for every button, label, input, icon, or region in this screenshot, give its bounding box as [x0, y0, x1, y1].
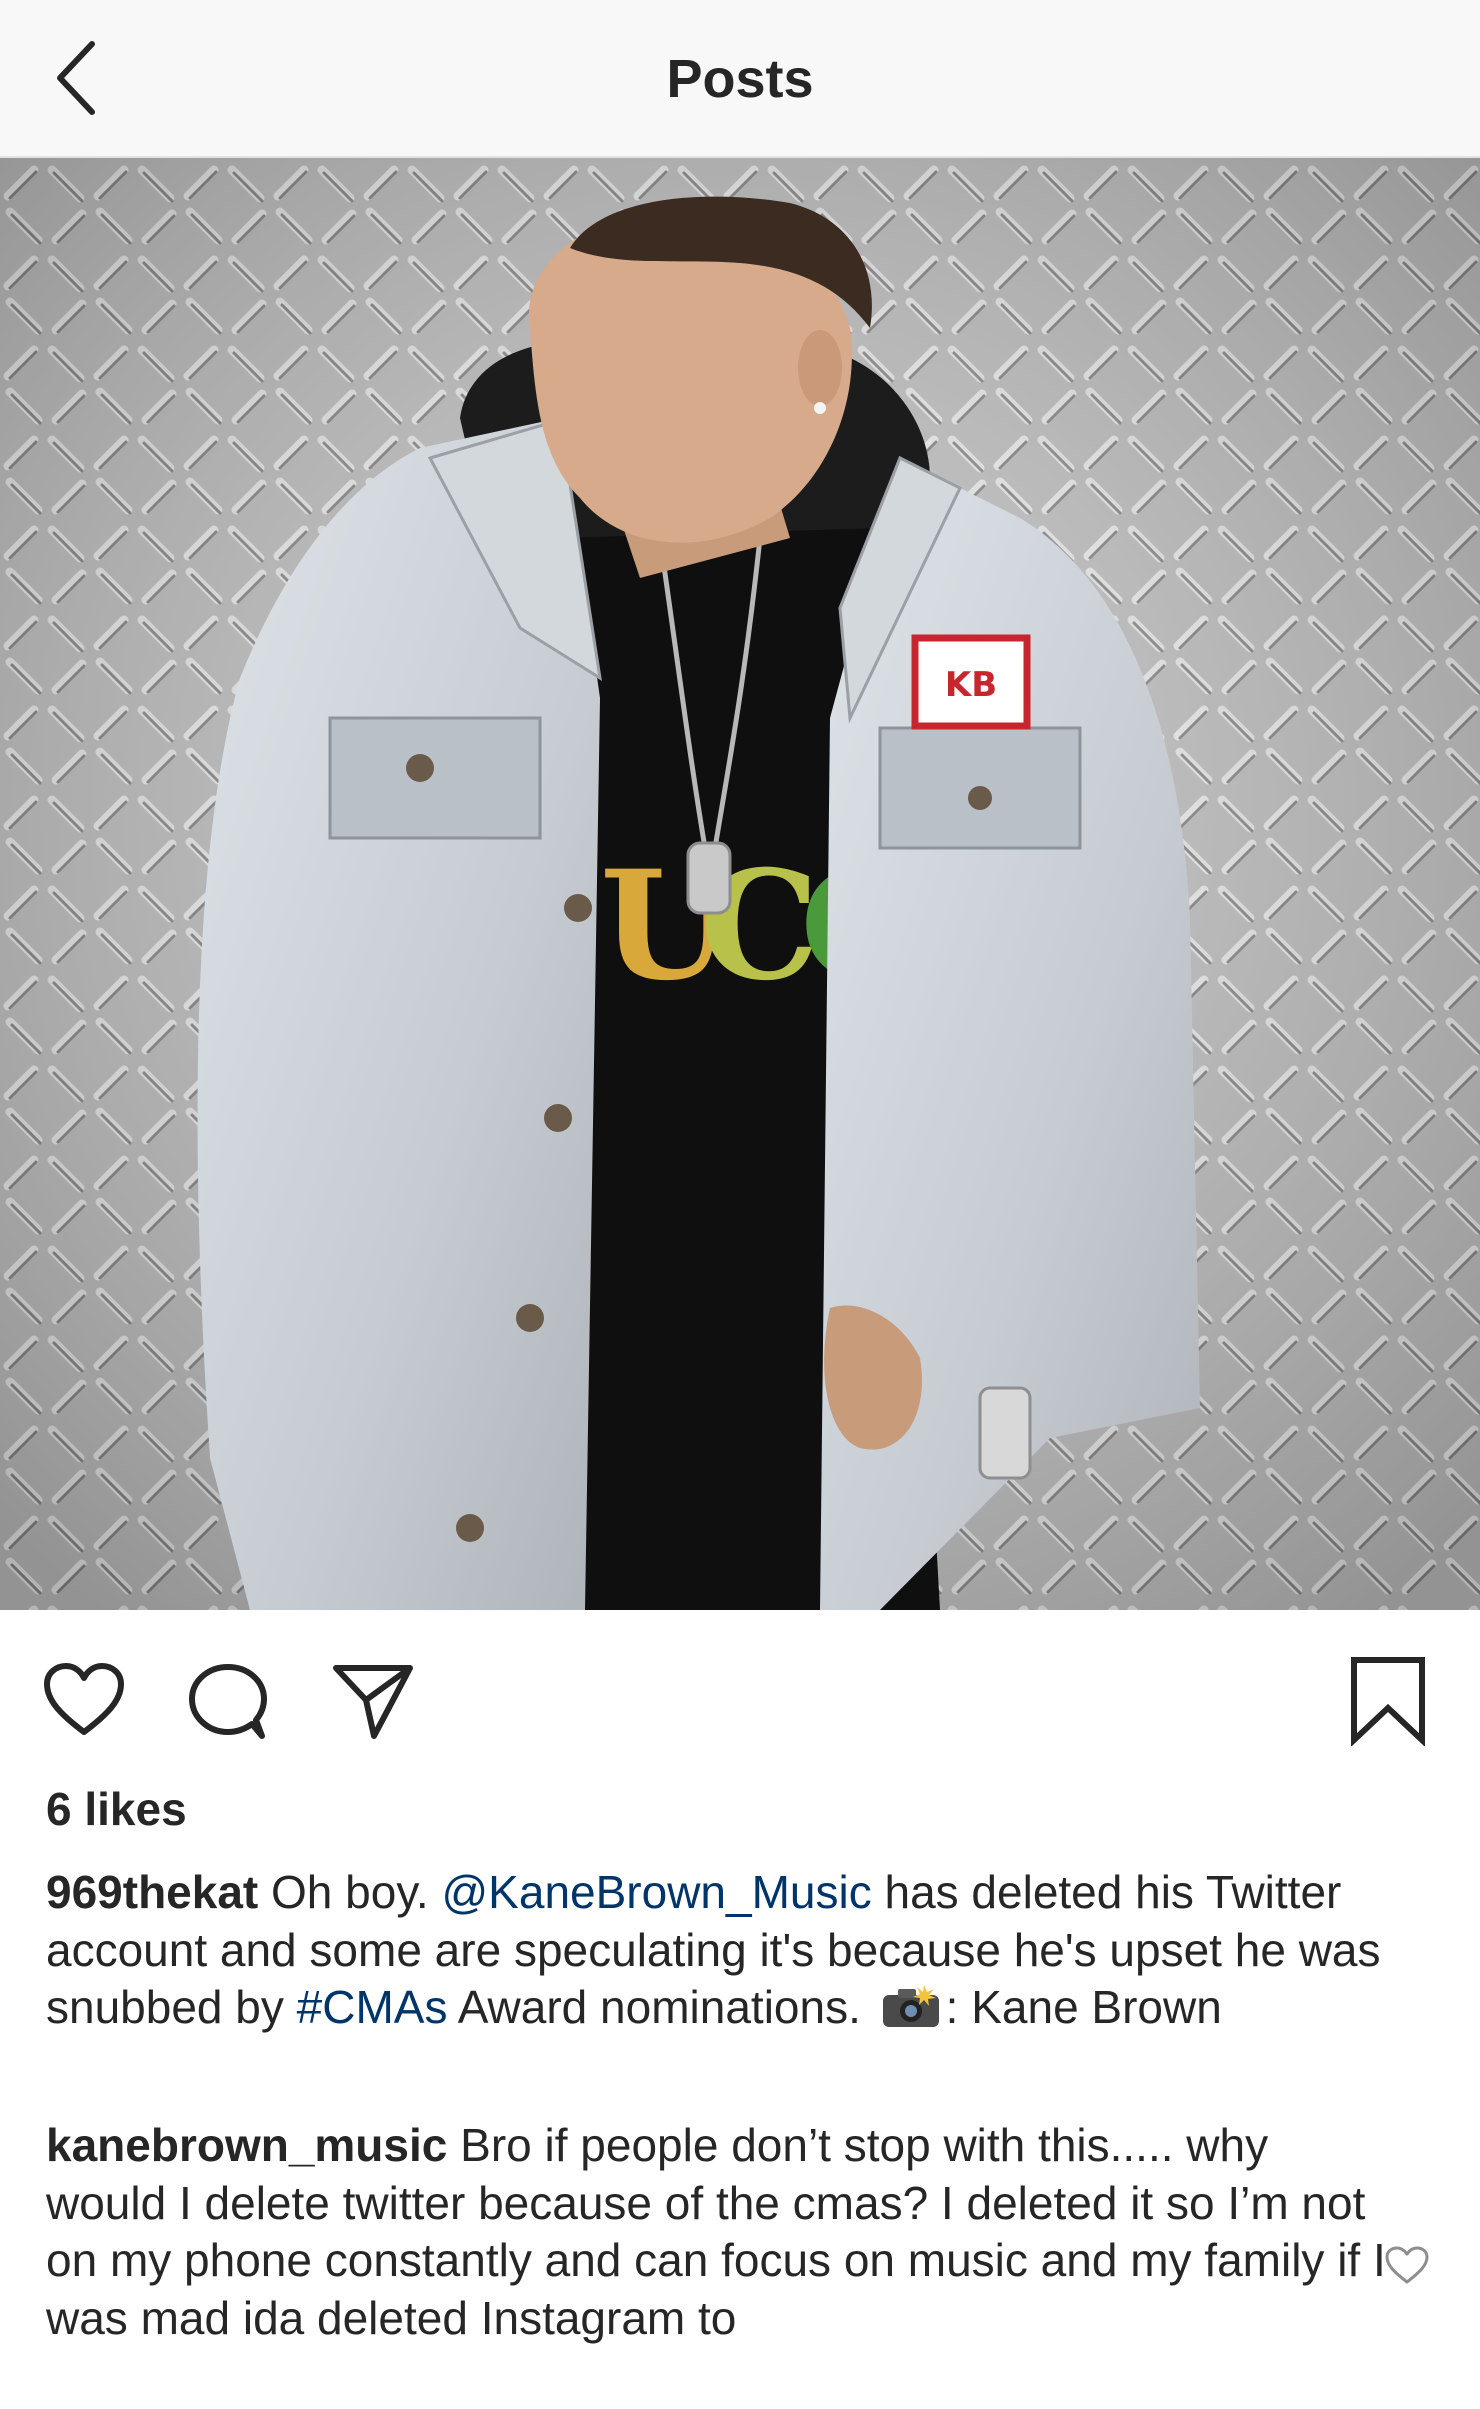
comment-username[interactable]: kanebrown_music: [46, 2119, 447, 2171]
post-photo-illustration: U C C KB: [0, 158, 1480, 1610]
comment-button[interactable]: [186, 1662, 272, 1742]
likes-count[interactable]: 6 likes: [46, 1782, 187, 1836]
comment-item: kanebrown_music Bro if people don’t stop…: [46, 2117, 1386, 2347]
caption-mention-link[interactable]: @KaneBrown_Music: [441, 1866, 871, 1918]
kb-patch-text: KB: [945, 665, 997, 705]
nav-header: Posts: [0, 0, 1480, 158]
comment-bubble-icon: [189, 1664, 267, 1739]
share-button[interactable]: [330, 1660, 416, 1742]
page-title: Posts: [666, 49, 814, 109]
caption-text-part-3: Award nominations.: [447, 1981, 874, 2033]
back-button[interactable]: [52, 38, 102, 118]
like-button[interactable]: [42, 1662, 126, 1738]
paper-plane-icon: [333, 1665, 413, 1739]
post-action-bar: [0, 1610, 1480, 1780]
bookmark-outline-icon: [1351, 1657, 1425, 1747]
heart-outline-icon: [44, 1663, 124, 1735]
save-button[interactable]: [1348, 1654, 1428, 1747]
post-image[interactable]: U C C KB: [0, 158, 1480, 1610]
small-heart-outline-icon: [1385, 2246, 1429, 2284]
camera-flash-emoji-icon: [882, 1985, 939, 2027]
chevron-left-icon: [57, 41, 95, 115]
comment-like-button[interactable]: [1384, 2245, 1430, 2285]
caption-text-part-1: Oh boy.: [258, 1866, 442, 1918]
post-caption: 969thekat Oh boy. @KaneBrown_Music has d…: [46, 1864, 1416, 2037]
caption-username[interactable]: 969thekat: [46, 1866, 258, 1918]
caption-hashtag-link[interactable]: #CMAs: [297, 1981, 448, 2033]
caption-text-part-4: : Kane Brown: [945, 1981, 1222, 2033]
